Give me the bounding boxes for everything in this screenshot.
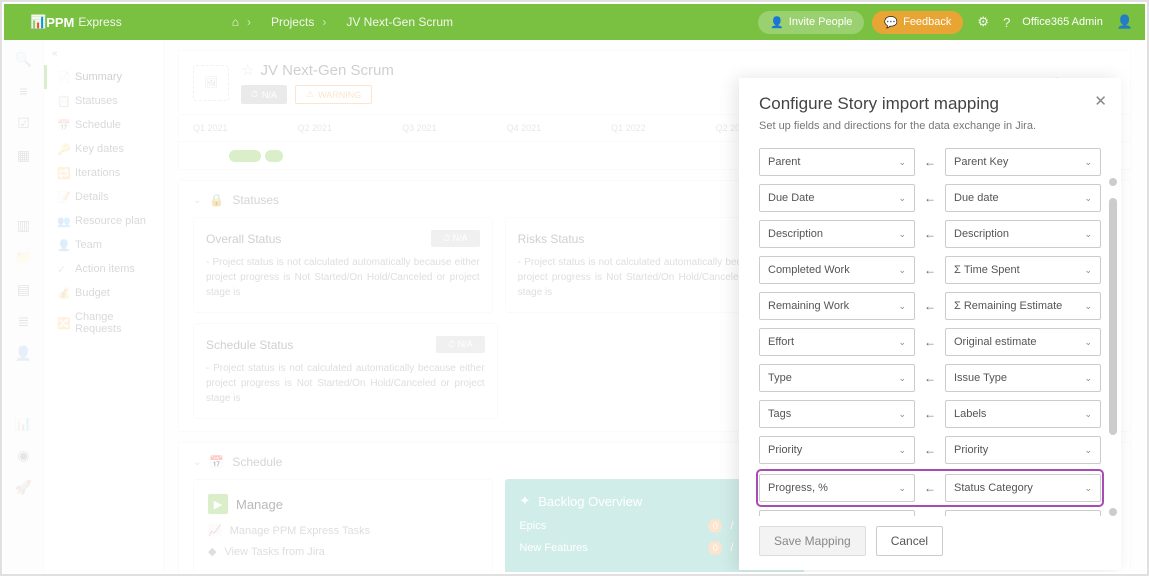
scroll-thumb[interactable] [1109,198,1117,435]
mapping-right-select[interactable]: Original estimate⌄ [945,328,1101,356]
mapping-left-select[interactable]: Parent⌄ [759,148,915,176]
chevron-down-icon: ⌄ [1084,409,1092,420]
breadcrumb-projects[interactable]: Projects [271,15,314,29]
chevron-down-icon: ⌄ [898,229,906,240]
mapping-right-select[interactable]: Description⌄ [945,220,1101,248]
app-logo-icon: 📊 [30,14,46,30]
arrow-left-icon[interactable]: ← [923,335,937,349]
gear-icon[interactable]: ⚙ [977,14,989,30]
avatar-icon[interactable]: 👤 [1117,14,1133,30]
mapping-right-select[interactable]: Due date⌄ [945,184,1101,212]
mapping-row: Type⌄ ← Issue Type⌄ [759,364,1101,392]
home-icon[interactable]: ⌂ [232,15,239,29]
chevron-down-icon: ⌄ [898,445,906,456]
panel-subtitle: Set up fields and directions for the dat… [759,120,1101,132]
scroll-up-icon[interactable] [1109,178,1117,186]
mapping-row: Completed Work⌄ ← Σ Time Spent⌄ [759,256,1101,284]
arrow-left-icon[interactable]: ← [923,227,937,241]
chevron-down-icon: ⌄ [898,265,906,276]
chat-icon: 💬 [884,16,898,29]
mapping-left-select[interactable]: Priority⌄ [759,436,915,464]
mapping-row: Due Date⌄ ← Due date⌄ [759,184,1101,212]
app-suffix: Express [78,15,121,29]
arrow-left-icon[interactable]: ← [923,155,937,169]
arrow-left-icon[interactable]: ← [923,263,937,277]
chevron-down-icon: ⌄ [1084,157,1092,168]
chevron-down-icon: ⌄ [1084,483,1092,494]
mapping-row: Tags⌄ ← Labels⌄ [759,400,1101,428]
panel-title: Configure Story import mapping [759,94,1101,114]
breadcrumb-current[interactable]: JV Next-Gen Scrum [346,15,453,29]
mapping-right-select[interactable]: Priority⌄ [945,436,1101,464]
arrow-left-icon[interactable]: ← [923,443,937,457]
chevron-down-icon: ⌄ [898,373,906,384]
app-name: PPM [46,15,74,30]
mapping-right-select[interactable]: Σ Remaining Estimate⌄ [945,292,1101,320]
chevron-down-icon: ⌄ [898,193,906,204]
invite-people-button[interactable]: 👤Invite People [758,11,864,34]
chevron-down-icon: ⌄ [898,483,906,494]
arrow-left-icon[interactable]: ← [923,407,937,421]
arrow-left-icon[interactable]: ← [923,371,937,385]
chevron-down-icon: ⌄ [1084,301,1092,312]
mapping-right-select[interactable]: Issue Type⌄ [945,364,1101,392]
feedback-button[interactable]: 💬Feedback [872,11,963,34]
chevron-down-icon: ⌄ [1084,445,1092,456]
chevron-down-icon: ⌄ [1084,193,1092,204]
top-bar: 📊 PPM Express ⌂ › Projects › JV Next-Gen… [4,4,1145,40]
help-icon[interactable]: ? [1003,15,1010,30]
scroll-down-icon[interactable] [1109,508,1117,516]
mapping-row: Remaining Work⌄ ← Σ Remaining Estimate⌄ [759,292,1101,320]
panel-scrollbar[interactable] [1105,178,1117,516]
arrow-left-icon[interactable]: ← [923,481,937,495]
mapping-left-select[interactable]: Tags⌄ [759,400,915,428]
chevron-down-icon: ⌄ [1084,337,1092,348]
mapping-row: Progress, %⌄ ← Status Category⌄ [759,472,1101,504]
chevron-down-icon: ⌄ [898,301,906,312]
mapping-left-select[interactable]: Type⌄ [759,364,915,392]
mapping-left-select[interactable]: Due Date⌄ [759,184,915,212]
person-add-icon: 👤 [770,16,784,29]
mapping-left-select[interactable]: Effort⌄ [759,328,915,356]
chevron-down-icon: ⌄ [898,337,906,348]
chevron-down-icon: ⌄ [1084,265,1092,276]
close-icon[interactable]: ✕ [1094,92,1107,110]
mapping-left-select[interactable]: Remaining Work⌄ [759,292,915,320]
mapping-right-select[interactable]: Labels⌄ [945,400,1101,428]
mapping-row: Effort⌄ ← Original estimate⌄ [759,328,1101,356]
mapping-row: Priority⌄ ← Priority⌄ [759,436,1101,464]
mapping-right-select[interactable]: Status Category⌄ [945,474,1101,502]
mapping-left-select[interactable]: Progress, %⌄ [759,474,915,502]
mapping-left-select[interactable]: Description⌄ [759,220,915,248]
mapping-left-select[interactable]: Completed Work⌄ [759,256,915,284]
configure-mapping-panel: ✕ Configure Story import mapping Set up … [739,78,1121,570]
mapping-row: Description⌄ ← Description⌄ [759,220,1101,248]
cancel-button[interactable]: Cancel [876,526,943,556]
mapping-row: Parent⌄ ← Parent Key⌄ [759,148,1101,176]
user-label[interactable]: Office365 Admin [1022,16,1103,28]
chevron-down-icon: ⌄ [898,157,906,168]
mapping-right-select[interactable]: Parent Key⌄ [945,148,1101,176]
chevron-down-icon: ⌄ [898,409,906,420]
arrow-left-icon[interactable]: ← [923,299,937,313]
save-mapping-button[interactable]: Save Mapping [759,526,866,556]
chevron-down-icon: ⌄ [1084,229,1092,240]
arrow-left-icon[interactable]: ← [923,191,937,205]
chevron-down-icon: ⌄ [1084,373,1092,384]
mapping-right-select[interactable]: Σ Time Spent⌄ [945,256,1101,284]
